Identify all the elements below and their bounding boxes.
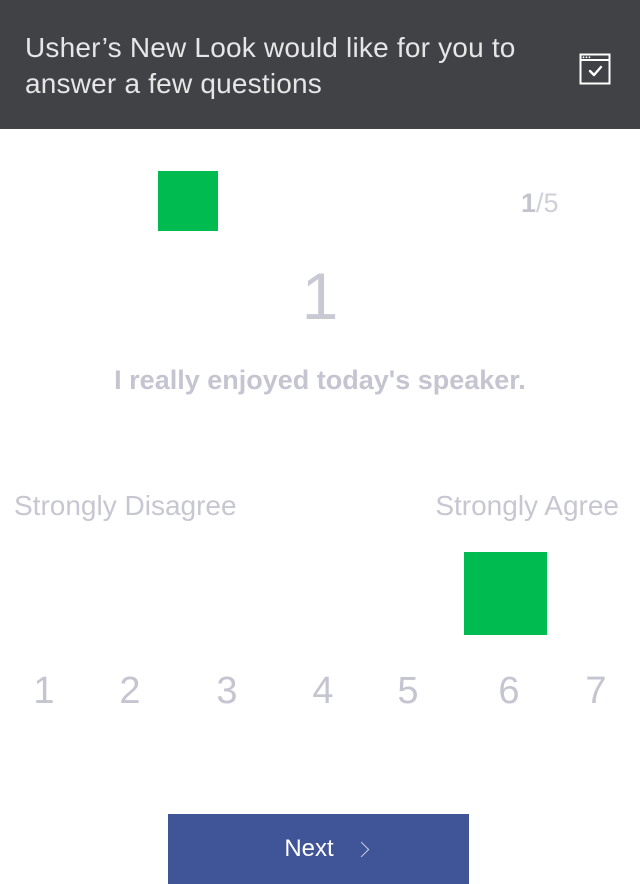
survey-header: Usher’s New Look would like for you to a… (0, 0, 640, 129)
step-current: 1 (521, 188, 537, 218)
header-title: Usher’s New Look would like for you to a… (25, 32, 516, 99)
scale-option-3[interactable]: 3 (202, 670, 252, 713)
scale-option-4[interactable]: 4 (298, 670, 348, 713)
step-total: 5 (543, 188, 559, 218)
next-button-label: Next (284, 835, 334, 862)
scale-option-1[interactable]: 1 (19, 670, 69, 713)
next-button[interactable]: Next (168, 814, 469, 884)
question-text: I really enjoyed today's speaker. (114, 365, 526, 395)
question-number: 1 (301, 259, 339, 333)
scale-option-7[interactable]: 7 (571, 670, 621, 713)
scale-option-2[interactable]: 2 (105, 670, 155, 713)
selected-option-marker (464, 552, 547, 635)
calendar-check-icon[interactable] (579, 53, 611, 85)
scale-max-label: Strongly Agree (435, 490, 619, 521)
progress-marker (158, 171, 218, 231)
chevron-right-icon (353, 841, 369, 858)
step-counter: 1/5 (521, 188, 559, 219)
scale-option-5[interactable]: 5 (383, 670, 433, 713)
scale-option-6[interactable]: 6 (484, 670, 534, 713)
scale-min-label: Strongly Disagree (14, 490, 237, 521)
step-separator: / (536, 188, 544, 218)
